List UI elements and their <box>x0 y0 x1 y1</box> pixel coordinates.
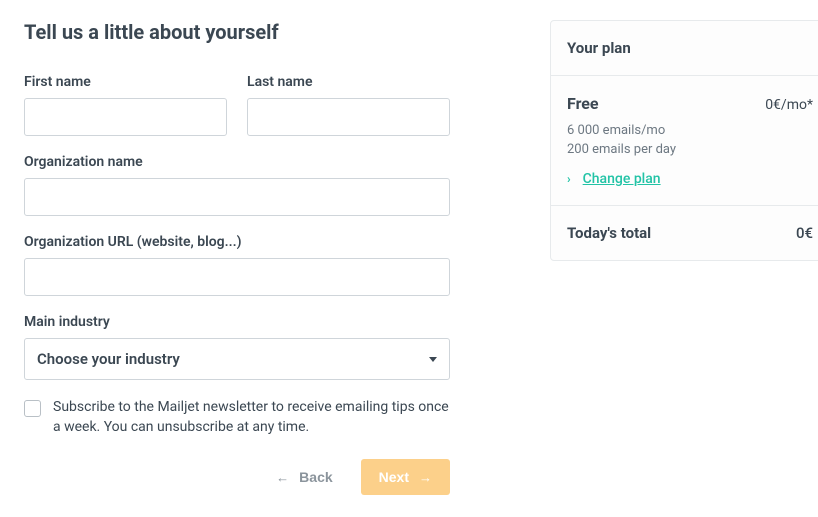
page-title: Tell us a little about yourself <box>24 20 450 44</box>
plan-card: Your plan Free 0€/mo* 6 000 emails/mo 20… <box>550 20 818 261</box>
org-name-input[interactable] <box>24 178 450 216</box>
last-name-label: Last name <box>247 74 450 90</box>
next-button-label: Next <box>379 469 409 485</box>
last-name-input[interactable] <box>247 98 450 136</box>
total-value: 0€ <box>796 224 813 242</box>
first-name-label: First name <box>24 74 227 90</box>
chevron-right-icon: › <box>567 172 571 186</box>
total-label: Today's total <box>567 224 651 242</box>
newsletter-checkbox[interactable] <box>24 400 41 417</box>
industry-label: Main industry <box>24 314 450 330</box>
next-button[interactable]: Next → <box>361 459 450 495</box>
org-url-label: Organization URL (website, blog...) <box>24 234 450 250</box>
newsletter-label: Subscribe to the Mailjet newsletter to r… <box>53 398 450 437</box>
industry-selected-text: Choose your industry <box>37 350 180 368</box>
org-name-label: Organization name <box>24 154 450 170</box>
back-button[interactable]: ← Back <box>276 469 332 485</box>
plan-emails-per-month: 6 000 emails/mo <box>567 123 813 138</box>
org-url-input[interactable] <box>24 258 450 296</box>
plan-emails-per-day: 200 emails per day <box>567 142 813 157</box>
first-name-input[interactable] <box>24 98 227 136</box>
plan-price: 0€/mo* <box>765 97 813 113</box>
arrow-left-icon: ← <box>276 471 289 484</box>
back-button-label: Back <box>299 469 332 485</box>
caret-down-icon <box>429 357 437 362</box>
plan-name: Free <box>567 94 599 113</box>
industry-select[interactable]: Choose your industry <box>24 338 450 380</box>
arrow-right-icon: → <box>419 471 432 484</box>
plan-header: Your plan <box>567 39 813 57</box>
change-plan-link[interactable]: Change plan <box>583 171 661 187</box>
